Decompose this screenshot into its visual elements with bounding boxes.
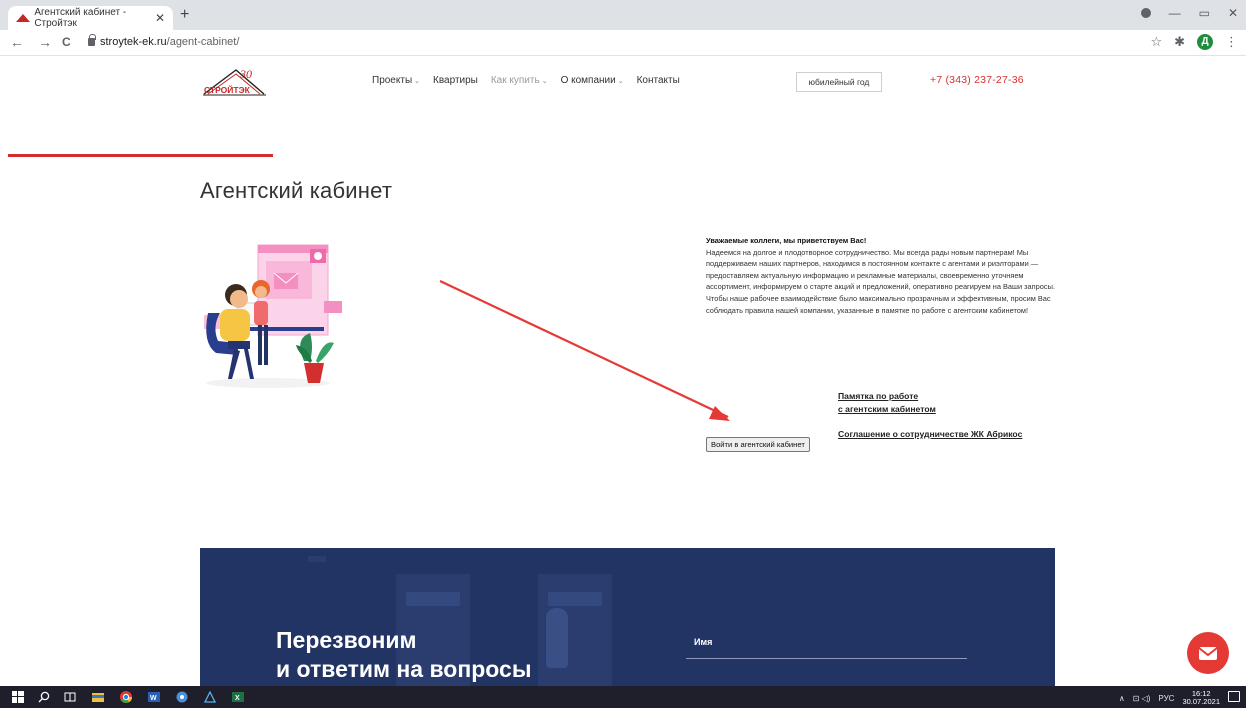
callback-section: Перезвоним и ответим на вопросы Имя: [200, 548, 1055, 688]
chrome-icon[interactable]: [120, 691, 132, 703]
intro-paragraph: Надеемся на долгое и плодотворное сотруд…: [706, 247, 1055, 292]
search-icon[interactable]: [38, 691, 50, 703]
extensions-icon[interactable]: ✱: [1174, 34, 1185, 50]
browser-tab[interactable]: Агентский кабинет - Стройтэк ✕: [8, 6, 173, 30]
annotation-arrow-icon: [439, 280, 730, 421]
chevron-down-icon: ⌄: [617, 78, 624, 85]
file-explorer-icon[interactable]: [92, 691, 104, 703]
contact-mail-button[interactable]: [1187, 632, 1229, 674]
phone-link[interactable]: +7 (343) 237-27-36: [930, 74, 1024, 86]
nav-item-label: Квартиры: [433, 75, 478, 86]
callback-title: Перезвоним и ответим на вопросы: [276, 626, 531, 684]
site-logo[interactable]: 30 СТРОЙТЭК: [200, 64, 268, 100]
agreement-link[interactable]: Соглашение о сотрудничестве ЖК Абрикос: [838, 429, 1022, 439]
browser-tab-bar: Агентский кабинет - Стройтэк ✕ + — ▭ ✕: [0, 0, 1246, 30]
profile-avatar[interactable]: Д: [1197, 34, 1213, 50]
new-tab-button[interactable]: +: [180, 6, 189, 24]
windows-taskbar: W X ∧ ⊡ ◁) РУС 16:12 30.07.2021: [0, 686, 1246, 708]
chevron-down-icon: ⌄: [541, 78, 548, 85]
accent-divider: [8, 154, 273, 157]
close-window-button[interactable]: ✕: [1228, 6, 1238, 20]
nav-item-label: Как купить: [490, 75, 540, 86]
task-view-icon[interactable]: [64, 691, 76, 703]
window-controls: — ▭ ✕: [1140, 6, 1238, 20]
anniversary-button[interactable]: юбилейный год: [796, 72, 882, 92]
login-agent-cabinet-button[interactable]: Войти в агентский кабинет: [706, 437, 810, 452]
notifications-icon[interactable]: [1228, 691, 1240, 702]
intro-paragraph-2: Чтобы наше рабочее взаимодействие было м…: [706, 293, 1051, 315]
nav-item-label: Контакты: [636, 75, 680, 86]
nav-item-label: Проекты: [372, 75, 413, 86]
tab-close-icon[interactable]: ✕: [155, 11, 165, 25]
lock-icon[interactable]: [88, 34, 96, 46]
name-field-label: Имя: [694, 637, 713, 647]
nav-item-2[interactable]: Как купить ⌄: [491, 75, 548, 86]
memo-link-line1: Памятка по работе: [838, 391, 919, 401]
word-icon[interactable]: W: [148, 691, 160, 703]
nav-item-label: О компании: [560, 75, 616, 86]
tray-chevron-icon[interactable]: ∧: [1119, 694, 1125, 703]
language-indicator[interactable]: РУС: [1158, 694, 1174, 703]
page-title: Агентский кабинет: [200, 178, 393, 203]
logo-anniv-number: 30: [239, 67, 252, 81]
browser-menu-icon[interactable]: ⋮: [1225, 34, 1238, 50]
address-bar[interactable]: stroytek-ek.ru/agent-cabinet/: [100, 36, 239, 48]
intro-text: Уважаемые коллеги, мы приветствуем Вас! …: [706, 235, 1056, 316]
callback-title-line1: Перезвоним: [276, 627, 417, 653]
network-volume-icon[interactable]: ⊡ ◁): [1133, 694, 1151, 703]
decor-silhouette: [546, 608, 568, 668]
intro-heading: Уважаемые коллеги, мы приветствуем Вас!: [706, 236, 867, 245]
svg-text:X: X: [235, 695, 240, 702]
minimize-button[interactable]: —: [1169, 6, 1181, 20]
nav-item-1[interactable]: Квартиры: [433, 75, 478, 86]
envelope-icon: [1198, 647, 1218, 660]
bookmark-star-icon[interactable]: ☆: [1150, 34, 1162, 50]
reload-button[interactable]: C: [62, 35, 71, 49]
decor-shape: [308, 556, 326, 562]
name-input[interactable]: [686, 658, 967, 659]
system-clock[interactable]: 16:12 30.07.2021: [1182, 690, 1220, 706]
agent-illustration: [198, 243, 348, 391]
toolbar-actions: ☆ ✱ Д ⋮: [1150, 34, 1238, 50]
decor-window-pane: [548, 592, 602, 606]
tab-title: Агентский кабинет - Стройтэк: [34, 7, 127, 29]
clock-date: 30.07.2021: [1182, 697, 1220, 706]
nav-item-3[interactable]: О компании ⌄: [561, 75, 624, 86]
triangle-app-icon[interactable]: [204, 691, 216, 703]
forward-button[interactable]: →: [38, 34, 52, 50]
site-favicon-icon: [16, 13, 31, 23]
url-host: stroytek-ek.ru: [100, 36, 167, 48]
main-navigation: Проекты ⌄ Квартиры Как купить ⌄ О компании ⌄ Ко…: [372, 75, 693, 86]
memo-link-line2: с агентским кабинетом: [838, 404, 936, 414]
chevron-down-icon: ⌄: [414, 78, 421, 85]
browser-toolbar: ← → C stroytek-ek.ru/agent-cabinet/ ☆ ✱ …: [0, 30, 1246, 56]
nav-item-0[interactable]: Проекты ⌄: [372, 75, 420, 86]
memo-link[interactable]: Памятка по работе с агентским кабинетом: [838, 390, 936, 416]
chat-app-icon[interactable]: [176, 691, 188, 703]
logo-roof-icon: 30 СТРОЙТЭК: [203, 67, 266, 96]
svg-text:W: W: [150, 695, 157, 702]
windows-start-icon[interactable]: [12, 691, 24, 703]
decor-window-pane: [406, 592, 460, 606]
excel-icon[interactable]: X: [232, 691, 244, 703]
nav-item-4[interactable]: Контакты: [637, 75, 680, 86]
callback-title-line2: и ответим на вопросы: [276, 656, 532, 682]
media-record-icon[interactable]: [1140, 8, 1151, 18]
system-tray: ∧ ⊡ ◁) РУС 16:12 30.07.2021: [1119, 690, 1220, 706]
back-button[interactable]: ←: [10, 34, 24, 50]
restore-button[interactable]: ▭: [1199, 6, 1210, 20]
url-path: /agent-cabinet/: [166, 36, 240, 48]
logo-text: СТРОЙТЭК: [204, 84, 251, 95]
